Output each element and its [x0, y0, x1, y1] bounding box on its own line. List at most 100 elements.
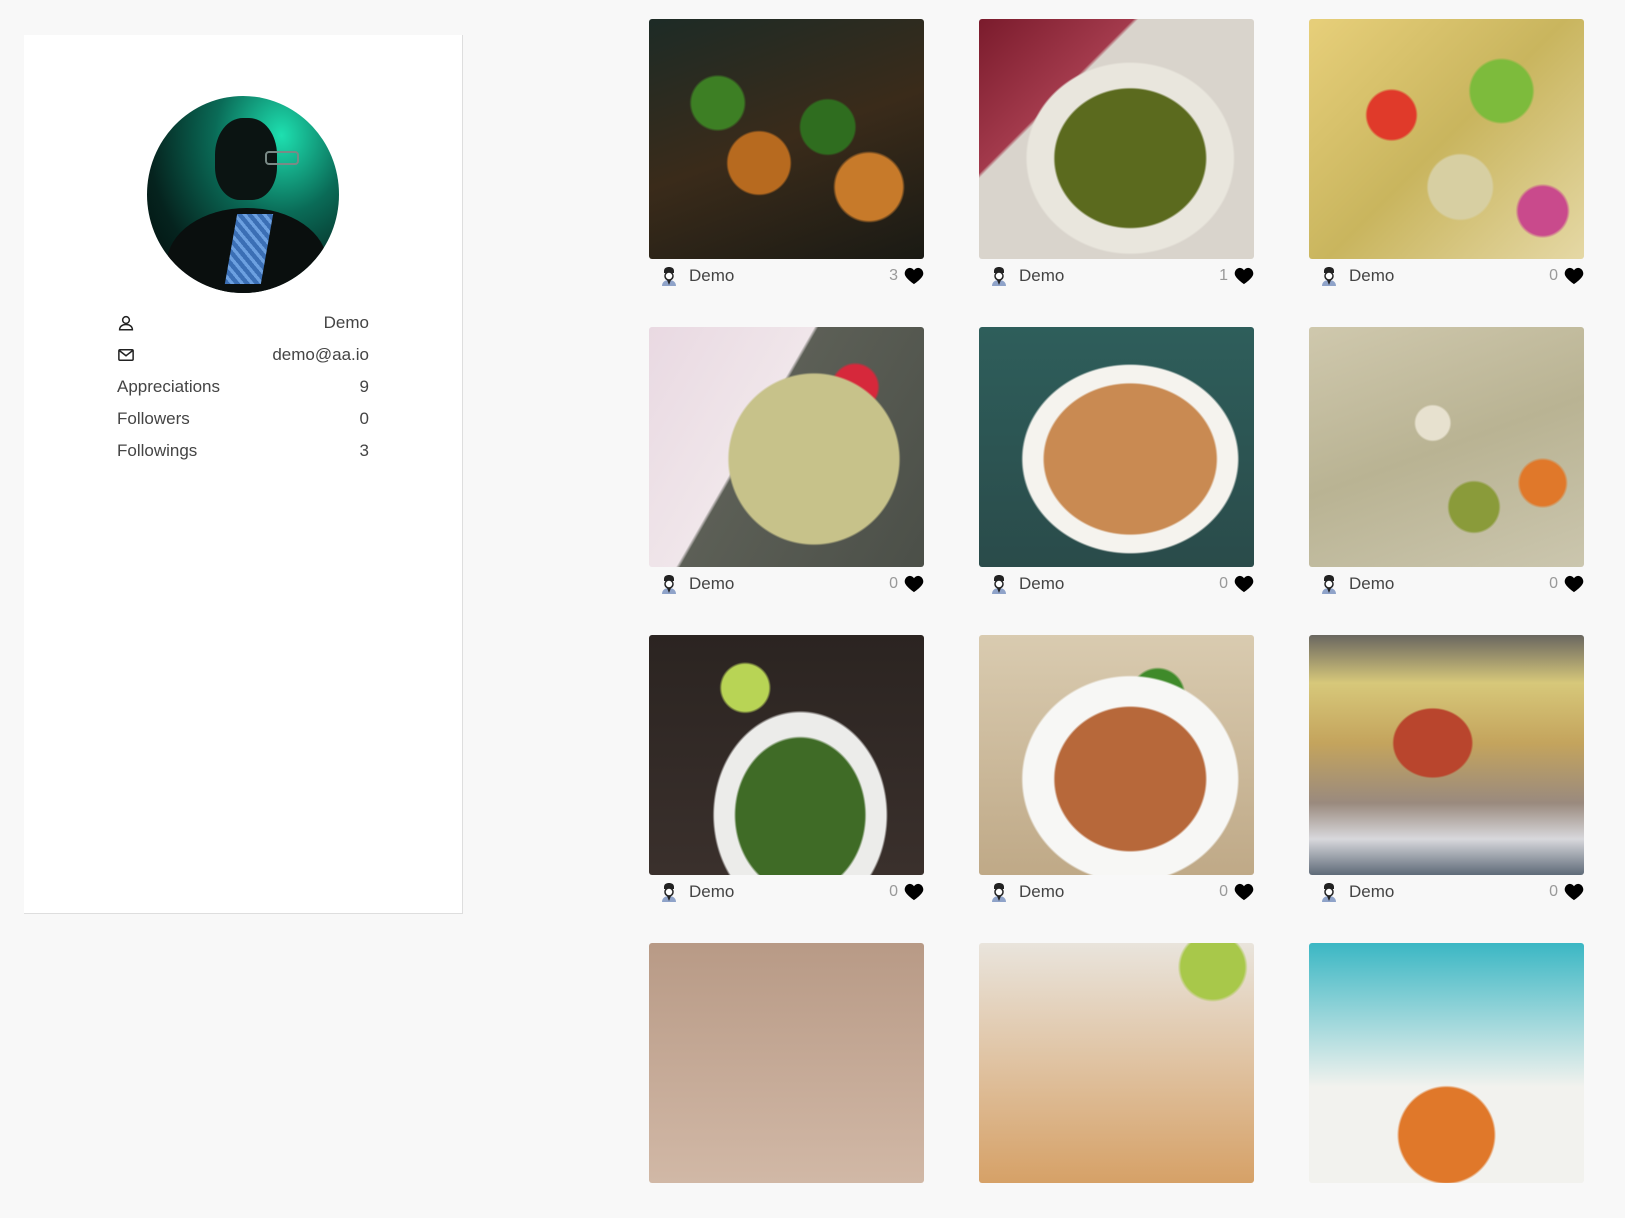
heart-icon[interactable]: [1234, 575, 1254, 593]
stat-value: 9: [359, 377, 369, 396]
recipe-card[interactable]: Demo 3: [649, 19, 924, 294]
stat-label: Appreciations: [117, 377, 221, 396]
recipe-card-footer: Demo 0: [979, 875, 1254, 909]
stat-followings[interactable]: Followings 3: [117, 435, 369, 467]
likes-count: 1: [1219, 267, 1228, 284]
recipe-likes[interactable]: 0: [1549, 883, 1584, 901]
likes-count: 0: [1219, 575, 1228, 592]
recipe-image[interactable]: [1309, 943, 1584, 1183]
recipe-image[interactable]: [1309, 327, 1584, 567]
recipe-author[interactable]: Demo: [649, 265, 734, 287]
recipe-card[interactable]: Demo 0: [1309, 327, 1584, 602]
chef-icon: [992, 267, 1006, 286]
recipe-image[interactable]: [979, 943, 1254, 1183]
recipe-author-name[interactable]: Demo: [1349, 266, 1394, 286]
recipe-author-name[interactable]: Demo: [689, 266, 734, 286]
heart-icon[interactable]: [904, 883, 924, 901]
recipe-card-footer: Demo 0: [1309, 875, 1584, 909]
heart-icon[interactable]: [1564, 267, 1584, 285]
recipe-author-name[interactable]: Demo: [1349, 882, 1394, 902]
profile-email: demo@aa.io: [272, 345, 369, 364]
recipe-card[interactable]: Demo 0: [649, 635, 924, 910]
recipe-image[interactable]: [649, 943, 924, 1183]
recipe-likes[interactable]: 3: [889, 267, 924, 285]
recipe-author-name[interactable]: Demo: [1019, 266, 1064, 286]
chef-icon: [662, 267, 676, 286]
recipe-image[interactable]: [979, 19, 1254, 259]
recipe-author-name[interactable]: Demo: [689, 882, 734, 902]
recipe-card[interactable]: Demo 0: [1309, 19, 1584, 294]
chef-icon: [662, 575, 676, 594]
likes-count: 0: [1549, 883, 1558, 900]
profile-username: Demo: [323, 313, 369, 332]
recipe-card[interactable]: Demo 0: [1309, 635, 1584, 910]
chef-icon: [1322, 883, 1336, 902]
recipe-card[interactable]: Demo 0: [649, 327, 924, 602]
recipe-card-footer: Demo 0: [649, 567, 924, 601]
recipe-author[interactable]: Demo: [649, 573, 734, 595]
recipe-author-name[interactable]: Demo: [1349, 574, 1394, 594]
stat-label[interactable]: Followers: [117, 409, 190, 429]
stat-followers[interactable]: Followers 0: [117, 403, 369, 435]
envelope-icon: [117, 346, 135, 364]
recipe-author[interactable]: Demo: [1309, 881, 1394, 903]
recipe-card[interactable]: [649, 943, 924, 1218]
likes-count: 0: [889, 575, 898, 592]
recipe-card-footer: Demo 0: [979, 567, 1254, 601]
heart-icon[interactable]: [1234, 267, 1254, 285]
recipe-author[interactable]: Demo: [979, 881, 1064, 903]
chef-icon: [992, 883, 1006, 902]
recipe-image[interactable]: [979, 635, 1254, 875]
recipe-card-footer: Demo 0: [1309, 259, 1584, 293]
recipe-card[interactable]: Demo 0: [979, 327, 1254, 602]
avatar: [147, 96, 339, 293]
recipe-image[interactable]: [649, 327, 924, 567]
recipe-author[interactable]: Demo: [979, 573, 1064, 595]
likes-count: 0: [1219, 883, 1228, 900]
recipe-card-footer: Demo 0: [1309, 567, 1584, 601]
recipe-image[interactable]: [1309, 635, 1584, 875]
recipe-likes[interactable]: 0: [1219, 575, 1254, 593]
user-icon: [117, 314, 135, 332]
recipe-author[interactable]: Demo: [649, 881, 734, 903]
recipe-image[interactable]: [979, 327, 1254, 567]
recipe-author-name[interactable]: Demo: [689, 574, 734, 594]
likes-count: 0: [1549, 575, 1558, 592]
likes-count: 0: [889, 883, 898, 900]
recipe-image[interactable]: [649, 19, 924, 259]
chef-icon: [992, 575, 1006, 594]
recipe-likes[interactable]: 0: [889, 883, 924, 901]
heart-icon[interactable]: [1564, 575, 1584, 593]
recipe-author[interactable]: Demo: [1309, 265, 1394, 287]
recipe-likes[interactable]: 1: [1219, 267, 1254, 285]
profile-card: Demo demo@aa.io Appreciations 9 Follower…: [24, 35, 463, 914]
recipe-author[interactable]: Demo: [979, 265, 1064, 287]
heart-icon[interactable]: [1234, 883, 1254, 901]
recipe-likes[interactable]: 0: [1219, 883, 1254, 901]
likes-count: 3: [889, 267, 898, 284]
recipe-author-name[interactable]: Demo: [1019, 882, 1064, 902]
recipe-card[interactable]: [979, 943, 1254, 1218]
heart-icon[interactable]: [904, 267, 924, 285]
recipe-card[interactable]: Demo 1: [979, 19, 1254, 294]
heart-icon[interactable]: [1564, 883, 1584, 901]
recipe-card[interactable]: [1309, 943, 1584, 1218]
recipe-author-name[interactable]: Demo: [1019, 574, 1064, 594]
stat-appreciations: Appreciations 9: [117, 371, 369, 403]
recipe-likes[interactable]: 0: [889, 575, 924, 593]
recipe-card[interactable]: Demo 0: [979, 635, 1254, 910]
profile-email-row: demo@aa.io: [117, 339, 369, 371]
recipe-author[interactable]: Demo: [1309, 573, 1394, 595]
recipe-likes[interactable]: 0: [1549, 267, 1584, 285]
recipe-image[interactable]: [649, 635, 924, 875]
chef-icon: [1322, 575, 1336, 594]
heart-icon[interactable]: [904, 575, 924, 593]
chef-icon: [662, 883, 676, 902]
stat-value: 3: [359, 441, 369, 460]
stat-label[interactable]: Followings: [117, 441, 197, 461]
stat-value: 0: [359, 409, 369, 428]
recipe-card-footer: Demo 1: [979, 259, 1254, 293]
recipe-likes[interactable]: 0: [1549, 575, 1584, 593]
recipe-image[interactable]: [1309, 19, 1584, 259]
chef-icon: [1322, 267, 1336, 286]
